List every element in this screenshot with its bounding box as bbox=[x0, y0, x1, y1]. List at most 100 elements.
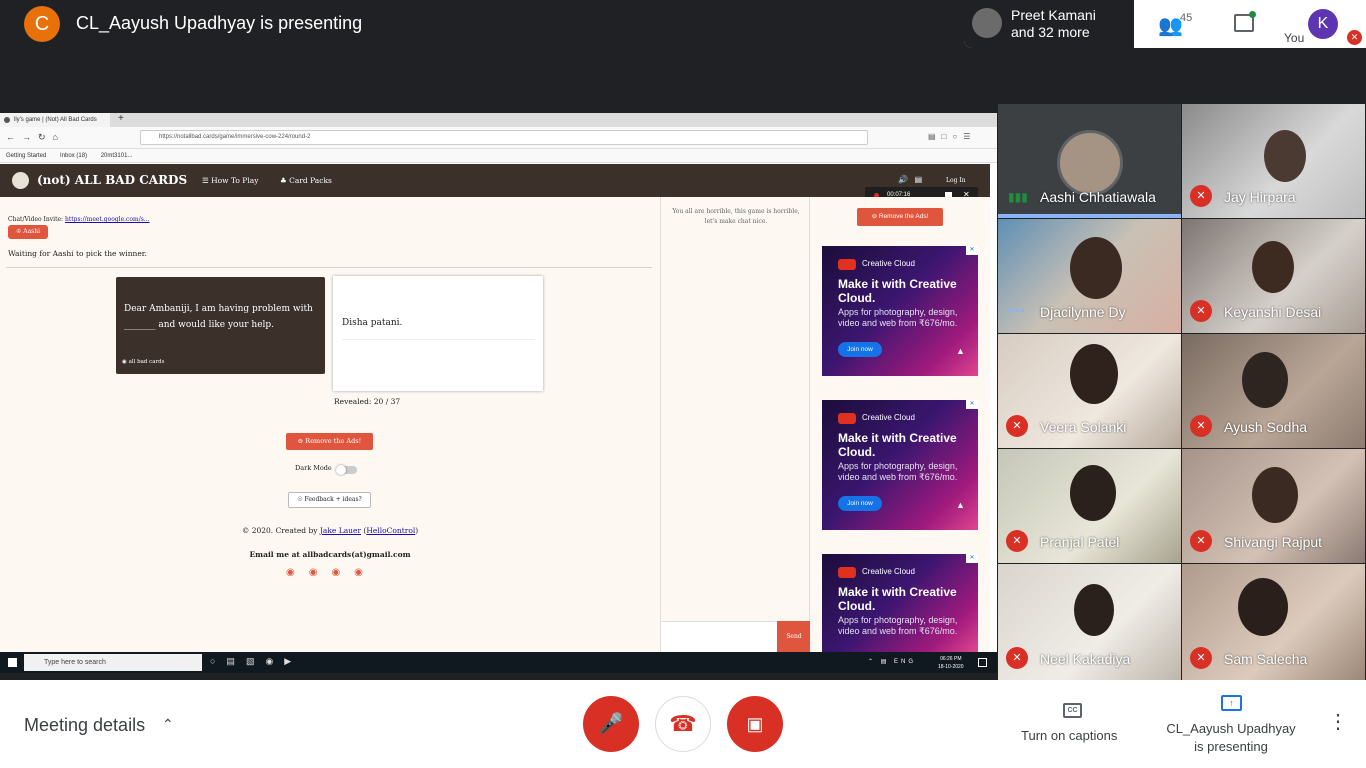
ad-join-button[interactable]: Join now bbox=[838, 342, 882, 357]
white-card-divider bbox=[342, 339, 535, 340]
ad-close-icon[interactable]: ✕ bbox=[966, 246, 978, 255]
camera-off-button[interactable]: ▣ bbox=[727, 696, 783, 752]
chat-input[interactable] bbox=[661, 621, 777, 652]
participant-video-figure bbox=[1074, 584, 1114, 636]
mic-off-icon: ✕ bbox=[1190, 415, 1212, 437]
bookmark-item[interactable]: Inbox (18) bbox=[60, 153, 87, 159]
presenting-title: CL_Aayush Upadhyay is presenting bbox=[76, 13, 363, 33]
participant-name: Keyanshi Desai bbox=[1224, 304, 1322, 320]
feedback-button[interactable]: ☉ Feedback + ideas? bbox=[288, 492, 371, 508]
round-status: Waiting for Aashi to pick the winner. bbox=[8, 249, 147, 258]
more-options-icon[interactable]: ⋮ bbox=[1328, 712, 1348, 732]
ad-subtext: Apps for photography, design, video and … bbox=[838, 615, 958, 636]
remove-ads-button-top[interactable]: ⊖ Remove the Ads! bbox=[857, 208, 943, 226]
ad-banner[interactable]: ✕ Creative Cloud Make it with Creative C… bbox=[822, 554, 978, 652]
ad-brand: Creative Cloud bbox=[862, 413, 915, 422]
ad-close-icon[interactable]: ✕ bbox=[966, 554, 978, 563]
mic-off-icon: ✕ bbox=[1006, 530, 1028, 552]
author-link[interactable]: Jake Lauer bbox=[320, 526, 361, 535]
contact-email: Email me at allbadcards(at)gmail.com bbox=[249, 550, 411, 559]
nav-card-packs[interactable]: ♣ Card Packs bbox=[280, 176, 332, 185]
bookmark-item[interactable]: 20mt3101... bbox=[101, 153, 133, 159]
speaking-indicator-icon: ▮▮▮ bbox=[1008, 190, 1028, 204]
company-link[interactable]: HelloControl bbox=[366, 526, 415, 535]
participant-name: Pranjal Patel bbox=[1040, 534, 1120, 550]
bookmark-item[interactable]: Getting Started bbox=[6, 153, 46, 159]
participant-video-figure bbox=[1070, 237, 1122, 299]
player-badge: ♔ Aashi bbox=[8, 225, 48, 239]
connecting-dots-icon: ••• bbox=[1008, 302, 1026, 318]
chat-column: You all are horrible, this game is horri… bbox=[660, 197, 811, 652]
participants-summary-text: Preet Kamani and 32 more bbox=[1011, 7, 1096, 41]
captions-icon[interactable]: CC bbox=[1063, 703, 1082, 718]
self-avatar[interactable]: K bbox=[1308, 9, 1338, 39]
participant-tile[interactable]: ▮▮▮ Aashi Chhatiawala bbox=[998, 104, 1181, 218]
taskbar-app-icons[interactable]: ○▤▧◉▶ bbox=[210, 656, 302, 667]
nav-card-packs-label: Card Packs bbox=[289, 176, 332, 185]
creative-cloud-logo-icon bbox=[838, 413, 856, 424]
present-screen-icon[interactable]: ↑ bbox=[1221, 695, 1242, 711]
nav-buttons[interactable]: ←→↻⌂ bbox=[6, 132, 65, 143]
ad-banner[interactable]: ✕ Creative Cloud Make it with Creative C… bbox=[822, 400, 978, 530]
participant-video-figure bbox=[1242, 352, 1288, 408]
participant-video-figure bbox=[1070, 465, 1116, 521]
participant-tile[interactable]: ✕ Ayush Sodha bbox=[1182, 334, 1365, 448]
chat-invite: Chat/Video Invite: https://meet.google.c… bbox=[8, 216, 150, 223]
hang-up-button[interactable]: ☎ bbox=[655, 696, 711, 752]
participant-name: Aashi Chhatiawala bbox=[1040, 189, 1156, 205]
browser-toolbar-icons[interactable]: ▤□○☰ bbox=[928, 132, 976, 141]
mic-off-icon: ✕ bbox=[1190, 647, 1212, 669]
summary-line-2: and 32 more bbox=[1011, 24, 1090, 40]
taskbar-clock[interactable]: 06:26 PM 18-10-2020 bbox=[938, 655, 964, 671]
participant-video-figure bbox=[1264, 130, 1306, 182]
participant-name: Veera Solanki bbox=[1040, 419, 1127, 435]
ad-join-button[interactable]: Join now bbox=[838, 496, 882, 511]
divider bbox=[6, 267, 652, 268]
social-icons[interactable]: ◉◉◉◉ bbox=[286, 567, 377, 578]
login-link[interactable]: Log In bbox=[946, 177, 966, 184]
participant-tile[interactable]: ✕ Neel Kakadiya bbox=[998, 564, 1181, 680]
ad-banner[interactable]: ✕ Creative Cloud Make it with Creative C… bbox=[822, 246, 978, 376]
system-tray[interactable]: ⌃ ▤ ENG bbox=[868, 658, 916, 665]
chat-invite-link[interactable]: https://meet.google.com/s... bbox=[65, 216, 150, 223]
mic-off-button[interactable]: 🎤 bbox=[583, 696, 639, 752]
summary-line-1: Preet Kamani bbox=[1011, 7, 1096, 23]
chevron-up-icon[interactable]: ⌃ bbox=[162, 716, 174, 733]
new-tab-button[interactable]: + bbox=[118, 113, 124, 124]
participant-tile[interactable]: ••• Djacilynne Dy bbox=[998, 219, 1181, 333]
participant-tile[interactable]: ✕ Keyanshi Desai bbox=[1182, 219, 1365, 333]
participant-tile[interactable]: ✕ Pranjal Patel bbox=[998, 449, 1181, 563]
presenting-status[interactable]: CL_Aayush Upadhyay is presenting bbox=[1164, 720, 1298, 756]
white-card[interactable]: Disha patani. bbox=[333, 276, 543, 391]
participant-tile[interactable]: ✕ Jay Hirpara bbox=[1182, 104, 1365, 218]
shared-screen: lly's game | (Not) All Bad Cards + ←→↻⌂ … bbox=[0, 113, 997, 673]
captions-button-label[interactable]: Turn on captions bbox=[1021, 728, 1117, 743]
adobe-logo-icon: ▲ bbox=[956, 500, 965, 510]
sound-icon[interactable]: 🔊 ▤ bbox=[898, 175, 922, 184]
self-mic-off-icon: ✕ bbox=[1347, 30, 1362, 45]
site-title[interactable]: (not) ALL BAD CARDS bbox=[37, 173, 187, 187]
black-card-brand-label: all bad cards bbox=[128, 359, 165, 365]
send-button[interactable]: Send bbox=[777, 621, 811, 652]
windows-start-icon[interactable] bbox=[8, 658, 17, 667]
ad-headline: Make it with Creative Cloud. bbox=[838, 585, 957, 613]
participant-tile[interactable]: ✕ Sam Salecha bbox=[1182, 564, 1365, 680]
ad-close-icon[interactable]: ✕ bbox=[966, 400, 978, 409]
participant-video-figure bbox=[1252, 241, 1294, 293]
black-card-text: Dear Ambaniji, I am having problem with … bbox=[124, 304, 313, 330]
notification-icon[interactable] bbox=[978, 658, 987, 667]
url-bar[interactable]: https://notallbad.cards/game/immersive-c… bbox=[140, 130, 868, 145]
clock-date: 18-10-2020 bbox=[938, 664, 964, 670]
mic-off-icon: ✕ bbox=[1006, 647, 1028, 669]
taskbar-search[interactable]: Type here to search bbox=[24, 654, 202, 671]
ad-column: ⊖ Remove the Ads! ✕ Creative Cloud Make … bbox=[810, 197, 990, 652]
remove-ads-button[interactable]: ⊖ Remove the Ads! bbox=[286, 433, 373, 450]
dark-mode-toggle[interactable] bbox=[336, 465, 357, 475]
browser-tab[interactable]: lly's game | (Not) All Bad Cards bbox=[0, 113, 110, 127]
nav-how-to-play[interactable]: ☰ How To Play bbox=[202, 176, 258, 185]
participant-tile[interactable]: ✕ Veera Solanki bbox=[998, 334, 1181, 448]
meeting-details-button[interactable]: Meeting details bbox=[24, 715, 145, 736]
participant-tile[interactable]: ✕ Shivangi Rajput bbox=[1182, 449, 1365, 563]
ad-subtext: Apps for photography, design, video and … bbox=[838, 307, 958, 328]
white-card-text: Disha patani. bbox=[342, 318, 403, 328]
